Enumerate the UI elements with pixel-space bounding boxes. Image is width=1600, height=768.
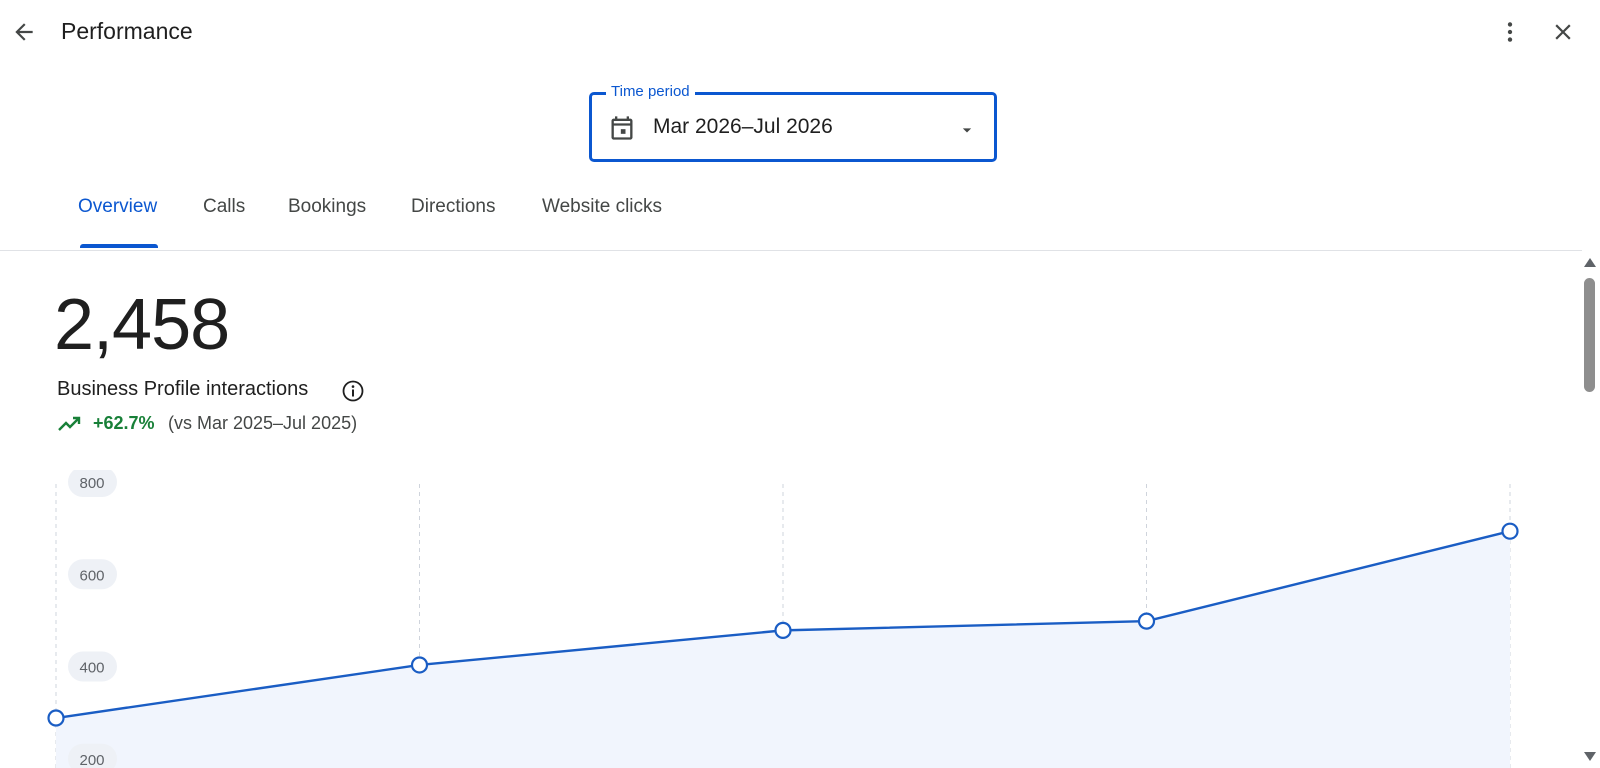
- tab-directions[interactable]: Directions: [411, 196, 495, 248]
- metric-label: Business Profile interactions: [57, 378, 309, 400]
- scrollbar[interactable]: [1578, 252, 1600, 768]
- tab-website-clicks[interactable]: Website clicks: [542, 196, 662, 248]
- time-period-select[interactable]: Time period Mar 2026–Jul 2026: [589, 83, 997, 162]
- y-tick-label: 600: [79, 567, 104, 584]
- calendar-icon: [611, 116, 633, 140]
- trend-comparison: (vs Mar 2025–Jul 2025): [168, 413, 358, 433]
- tab-overview[interactable]: Overview: [78, 196, 157, 248]
- active-tab-indicator: [80, 244, 158, 248]
- interactions-line-chart: 800 600 400 200: [47, 470, 1519, 768]
- data-point: [47, 709, 65, 727]
- trending-up-icon: [58, 416, 81, 431]
- tab-calls[interactable]: Calls: [203, 196, 245, 248]
- back-button[interactable]: [6, 14, 42, 50]
- scroll-up-arrow-icon[interactable]: [1584, 258, 1596, 267]
- tab-bookings[interactable]: Bookings: [288, 196, 366, 248]
- y-tick-label: 200: [79, 752, 104, 768]
- data-point: [1137, 612, 1156, 630]
- more-options-button[interactable]: [1493, 15, 1527, 49]
- scroll-down-arrow-icon[interactable]: [1584, 752, 1596, 761]
- page-title: Performance: [61, 18, 193, 44]
- data-point: [1501, 522, 1519, 540]
- arrow-back-icon: [15, 23, 33, 41]
- tabs-divider: [0, 250, 1582, 251]
- top-app-bar: Performance: [0, 0, 1600, 66]
- trend-percentage: +62.7%: [93, 413, 155, 433]
- time-period-value: Mar 2026–Jul 2026: [653, 115, 833, 138]
- data-point: [410, 656, 429, 674]
- data-point: [774, 621, 792, 639]
- dropdown-arrow-icon: [962, 128, 972, 133]
- y-tick-label: 400: [79, 660, 104, 677]
- info-icon[interactable]: [341, 379, 365, 403]
- more-vert-icon: [1507, 22, 1513, 42]
- scrollbar-thumb[interactable]: [1584, 278, 1595, 392]
- y-tick-label: 800: [79, 475, 104, 492]
- metric-total: 2,458: [54, 285, 230, 365]
- time-period-label: Time period: [606, 83, 695, 101]
- close-icon: [1555, 24, 1571, 40]
- close-button[interactable]: [1546, 15, 1580, 49]
